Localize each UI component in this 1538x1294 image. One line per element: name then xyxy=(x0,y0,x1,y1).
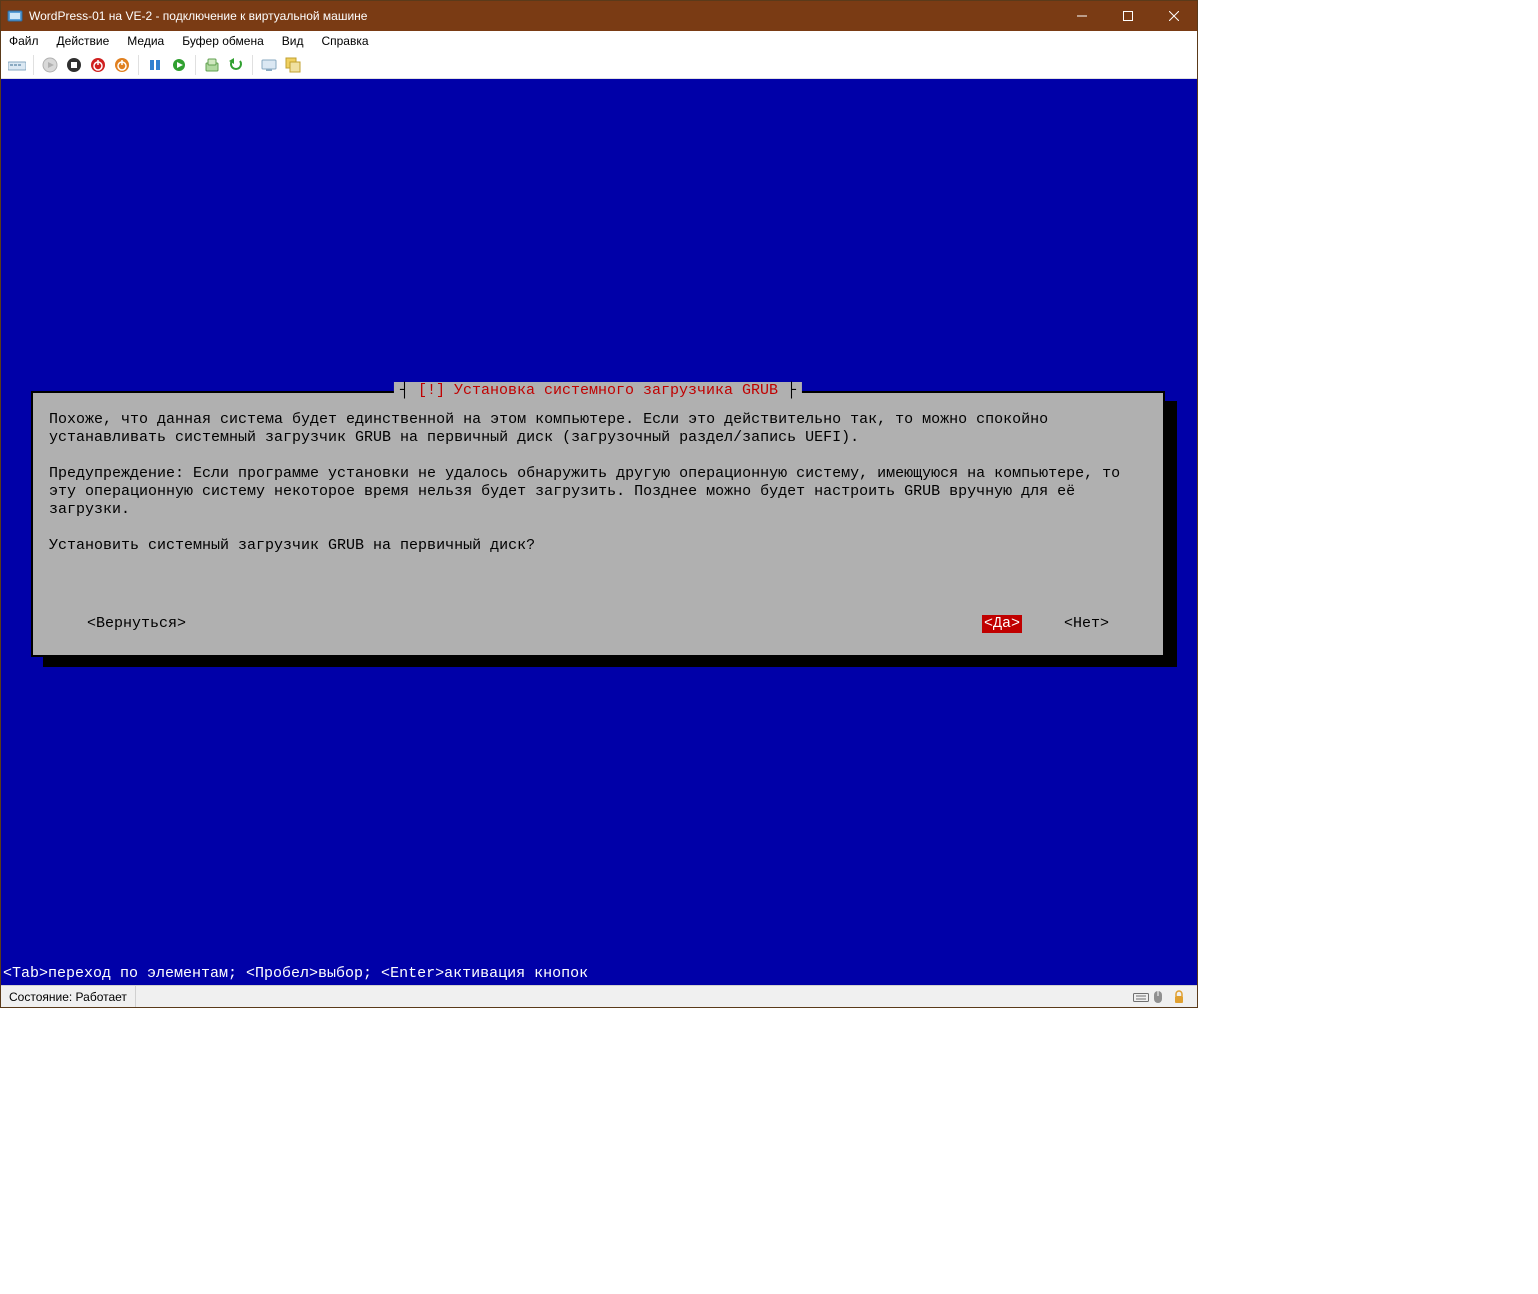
lock-status-icon xyxy=(1173,990,1189,1004)
checkpoint-icon[interactable] xyxy=(202,55,222,75)
menu-file[interactable]: Файл xyxy=(9,34,39,48)
minimize-button[interactable] xyxy=(1059,1,1105,31)
start-disabled-icon xyxy=(40,55,60,75)
titlebar: WordPress-01 на VE-2 - подключение к вир… xyxy=(1,1,1197,31)
app-icon xyxy=(7,8,23,24)
menu-media[interactable]: Медиа xyxy=(127,34,164,48)
turnoff-icon[interactable] xyxy=(64,55,84,75)
menu-clipboard[interactable]: Буфер обмена xyxy=(182,34,264,48)
toolbar-separator xyxy=(33,55,34,75)
toolbar xyxy=(1,51,1197,79)
share-icon[interactable] xyxy=(283,55,303,75)
menubar: Файл Действие Медиа Буфер обмена Вид Спр… xyxy=(1,31,1197,51)
shutdown-icon[interactable] xyxy=(88,55,108,75)
dialog-buttons: <Вернуться> <Да> <Нет> xyxy=(33,615,1163,633)
maximize-button[interactable] xyxy=(1105,1,1151,31)
revert-icon[interactable] xyxy=(226,55,246,75)
toolbar-separator xyxy=(138,55,139,75)
save-icon[interactable] xyxy=(112,55,132,75)
no-button[interactable]: <Нет> xyxy=(1064,615,1109,633)
dialog-title: ┤ [!] Установка системного загрузчика GR… xyxy=(394,382,802,400)
status-icons xyxy=(1133,986,1197,1007)
toolbar-separator xyxy=(195,55,196,75)
toolbar-separator xyxy=(252,55,253,75)
reset-icon[interactable] xyxy=(169,55,189,75)
back-button[interactable]: <Вернуться> xyxy=(87,615,186,633)
ctrl-alt-del-icon[interactable] xyxy=(7,55,27,75)
dialog-body: Похоже, что данная система будет единств… xyxy=(33,393,1163,555)
statusbar: Состояние: Работает xyxy=(1,985,1197,1007)
menu-view[interactable]: Вид xyxy=(282,34,304,48)
menu-action[interactable]: Действие xyxy=(57,34,110,48)
keyboard-status-icon xyxy=(1133,991,1149,1003)
close-button[interactable] xyxy=(1151,1,1197,31)
mouse-status-icon xyxy=(1153,990,1169,1004)
pause-icon[interactable] xyxy=(145,55,165,75)
menu-help[interactable]: Справка xyxy=(321,34,368,48)
window-controls xyxy=(1059,1,1197,31)
grub-install-dialog: ┤ [!] Установка системного загрузчика GR… xyxy=(31,391,1165,657)
dialog-para2: Предупреждение: Если программе установки… xyxy=(49,465,1129,518)
dialog-para1: Похоже, что данная система будет единств… xyxy=(49,411,1057,446)
dialog-question: Установить системный загрузчик GRUB на п… xyxy=(49,537,535,554)
vm-connection-window: WordPress-01 на VE-2 - подключение к вир… xyxy=(0,0,1198,1008)
enhanced-session-icon[interactable] xyxy=(259,55,279,75)
status-text: Состояние: Работает xyxy=(1,986,136,1007)
yes-button[interactable]: <Да> xyxy=(982,615,1022,633)
window-title: WordPress-01 на VE-2 - подключение к вир… xyxy=(29,9,1059,23)
keyboard-hint: <Tab>переход по элементам; <Пробел>выбор… xyxy=(3,965,588,983)
vm-display[interactable]: ┤ [!] Установка системного загрузчика GR… xyxy=(1,79,1197,985)
